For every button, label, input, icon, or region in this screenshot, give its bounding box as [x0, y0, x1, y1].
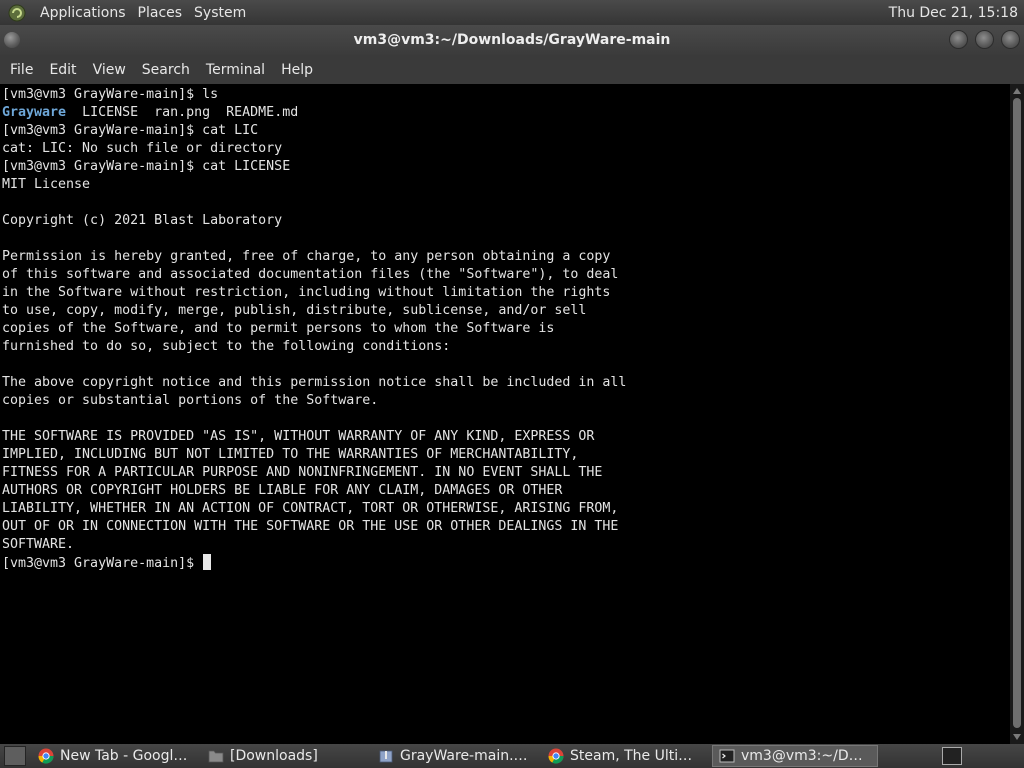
minimize-button[interactable] — [949, 30, 968, 49]
menu-help[interactable]: Help — [273, 62, 321, 78]
clock[interactable]: Thu Dec 21, 15:18 — [889, 5, 1024, 21]
terminal-line: Copyright (c) 2021 Blast Laboratory — [2, 212, 1010, 230]
terminal-line: Grayware LICENSE ran.png README.md — [2, 104, 1010, 122]
top-panel: Applications Places System Thu Dec 21, 1… — [0, 0, 1024, 25]
terminal-line-text: of this software and associated document… — [2, 267, 619, 282]
applications-menu[interactable]: Applications — [34, 5, 132, 21]
terminal-line-text: The above copyright notice and this perm… — [2, 375, 627, 390]
terminal-line-text: OUT OF OR IN CONNECTION WITH THE SOFTWAR… — [2, 519, 619, 534]
menu-file[interactable]: File — [2, 62, 41, 78]
scroll-down-arrow-icon[interactable] — [1013, 734, 1021, 740]
taskbar-button[interactable]: [Downloads] — [202, 745, 368, 767]
taskbar-button[interactable]: vm3@vm3:~/Downl... — [712, 745, 878, 767]
taskbar-button-label: New Tab - Google ... — [60, 748, 192, 764]
window-titlebar[interactable]: vm3@vm3:~/Downloads/GrayWare-main — [0, 25, 1024, 55]
places-menu[interactable]: Places — [132, 5, 189, 21]
maximize-button[interactable] — [975, 30, 994, 49]
workspace-switcher-icon[interactable] — [942, 747, 962, 765]
directory-entry: Grayware — [2, 105, 67, 120]
terminal-line: MIT License — [2, 176, 1010, 194]
taskbar-button-label: [Downloads] — [230, 748, 318, 764]
terminal-line-text: LIABILITY, WHETHER IN AN ACTION OF CONTR… — [2, 501, 619, 516]
taskbar-button-label: vm3@vm3:~/Downl... — [741, 748, 871, 764]
terminal-line: OUT OF OR IN CONNECTION WITH THE SOFTWAR… — [2, 518, 1010, 536]
scrollbar-thumb[interactable] — [1013, 98, 1021, 728]
text-cursor — [203, 554, 212, 570]
scroll-up-arrow-icon[interactable] — [1013, 88, 1021, 94]
file-entries: LICENSE ran.png README.md — [82, 105, 299, 120]
taskbar: New Tab - Google ... [Downloads] GrayWare-… — [0, 744, 1024, 768]
menu-view[interactable]: View — [85, 62, 134, 78]
taskbar-button-label: Steam, The Ultimat... — [570, 748, 702, 764]
terminal-line: copies or substantial portions of the So… — [2, 392, 1010, 410]
terminal-line: [vm3@vm3 GrayWare-main]$ ls — [2, 86, 1010, 104]
terminal-line-text: THE SOFTWARE IS PROVIDED "AS IS", WITHOU… — [2, 429, 595, 444]
terminal-line: AUTHORS OR COPYRIGHT HOLDERS BE LIABLE F… — [2, 482, 1010, 500]
terminal-output[interactable]: [vm3@vm3 GrayWare-main]$ ls Grayware LICE… — [0, 84, 1010, 744]
terminal-line-text: copies of the Software, and to permit pe… — [2, 321, 555, 336]
terminal-line-text: to use, copy, modify, merge, publish, di… — [2, 303, 587, 318]
taskbar-button-label: GrayWare-main.zip — [400, 748, 532, 764]
distro-logo-icon[interactable] — [6, 2, 28, 24]
terminal-line: of this software and associated document… — [2, 266, 1010, 284]
taskbar-button[interactable]: GrayWare-main.zip — [372, 745, 538, 767]
chrome-icon — [38, 748, 54, 764]
chrome-icon — [548, 748, 564, 764]
terminal-line: [vm3@vm3 GrayWare-main]$ — [2, 554, 1010, 572]
terminal-line: [vm3@vm3 GrayWare-main]$ cat LICENSE — [2, 158, 1010, 176]
menu-terminal[interactable]: Terminal — [198, 62, 273, 78]
terminal-line-text: copies or substantial portions of the So… — [2, 393, 379, 408]
window-controls — [949, 30, 1020, 49]
terminal-line-text: MIT License — [2, 177, 91, 192]
terminal-line-text: AUTHORS OR COPYRIGHT HOLDERS BE LIABLE F… — [2, 483, 563, 498]
terminal-line: furnished to do so, subject to the follo… — [2, 338, 1010, 356]
archive-icon — [378, 748, 394, 764]
terminal-line-text: IMPLIED, INCLUDING BUT NOT LIMITED TO TH… — [2, 447, 579, 462]
terminal-line: IMPLIED, INCLUDING BUT NOT LIMITED TO TH… — [2, 446, 1010, 464]
folder-icon — [208, 748, 224, 764]
terminal-line-text: [vm3@vm3 GrayWare-main]$ ls — [2, 87, 219, 102]
show-desktop-button[interactable] — [4, 746, 26, 766]
terminal-line: FITNESS FOR A PARTICULAR PURPOSE AND NON… — [2, 464, 1010, 482]
terminal-line-text: [vm3@vm3 GrayWare-main]$ — [2, 556, 203, 571]
window-menu-button[interactable] — [4, 32, 20, 48]
taskbar-button[interactable]: Steam, The Ultimat... — [542, 745, 708, 767]
terminal-line-text: in the Software without restriction, inc… — [2, 285, 611, 300]
terminal-line: The above copyright notice and this perm… — [2, 374, 1010, 392]
terminal-menubar: File Edit View Search Terminal Help — [0, 55, 1024, 84]
terminal-line-text: [vm3@vm3 GrayWare-main]$ cat LICENSE — [2, 159, 291, 174]
close-button[interactable] — [1001, 30, 1020, 49]
taskbar-button[interactable]: New Tab - Google ... — [32, 745, 198, 767]
terminal-line: to use, copy, modify, merge, publish, di… — [2, 302, 1010, 320]
terminal-line: copies of the Software, and to permit pe… — [2, 320, 1010, 338]
terminal-line: [vm3@vm3 GrayWare-main]$ cat LIC — [2, 122, 1010, 140]
menu-edit[interactable]: Edit — [41, 62, 84, 78]
terminal-icon — [719, 748, 735, 764]
menu-search[interactable]: Search — [134, 62, 198, 78]
terminal-line: SOFTWARE. — [2, 536, 1010, 554]
terminal-scrollbar[interactable] — [1010, 84, 1024, 744]
terminal-line: cat: LIC: No such file or directory — [2, 140, 1010, 158]
task-list: New Tab - Google ... [Downloads] GrayWare-… — [32, 745, 882, 767]
system-menu[interactable]: System — [188, 5, 252, 21]
terminal-line: in the Software without restriction, inc… — [2, 284, 1010, 302]
terminal-line-text: furnished to do so, subject to the follo… — [2, 339, 451, 354]
terminal-line: LIABILITY, WHETHER IN AN ACTION OF CONTR… — [2, 500, 1010, 518]
terminal-line-text: SOFTWARE. — [2, 537, 75, 552]
terminal-line-text: [vm3@vm3 GrayWare-main]$ cat LIC — [2, 123, 259, 138]
terminal-line-text: Permission is hereby granted, free of ch… — [2, 249, 611, 264]
terminal-line: Permission is hereby granted, free of ch… — [2, 248, 1010, 266]
window-title: vm3@vm3:~/Downloads/GrayWare-main — [353, 32, 671, 48]
terminal-line-text: cat: LIC: No such file or directory — [2, 141, 283, 156]
terminal-line: THE SOFTWARE IS PROVIDED "AS IS", WITHOU… — [2, 428, 1010, 446]
terminal-line-text: FITNESS FOR A PARTICULAR PURPOSE AND NON… — [2, 465, 603, 480]
terminal-line-text: Copyright (c) 2021 Blast Laboratory — [2, 213, 283, 228]
